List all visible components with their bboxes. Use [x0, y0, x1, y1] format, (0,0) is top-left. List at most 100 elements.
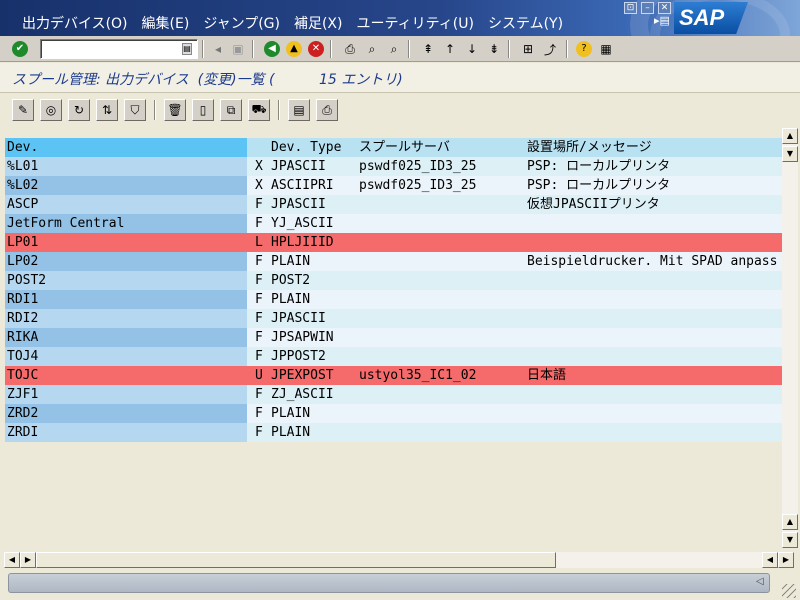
- column-header-access[interactable]: [255, 138, 269, 157]
- find-icon[interactable]: ⌕: [362, 39, 382, 59]
- table-row[interactable]: RIKA F JPSAPWIN: [5, 328, 782, 347]
- page-down-icon[interactable]: ▲: [782, 514, 798, 530]
- back-history-icon[interactable]: ◂: [208, 39, 228, 59]
- spool-request-icon[interactable]: ▤: [288, 99, 310, 121]
- horizontal-scroll-thumb[interactable]: [36, 552, 556, 568]
- copy-icon[interactable]: ⧉: [220, 99, 242, 121]
- status-expand-icon[interactable]: ◁: [756, 576, 764, 587]
- print-list-icon[interactable]: ⎙: [316, 99, 338, 121]
- cell-dev[interactable]: ZRDI: [7, 423, 247, 442]
- table-row[interactable]: TOJC U JPEXPOST ustyol35_IC1_02 日本語: [5, 366, 782, 385]
- table-row[interactable]: %L01 X JPASCII pswdf025_ID3_25 PSP: ローカルプリンタ: [5, 157, 782, 176]
- previous-page-icon[interactable]: ↑: [440, 39, 460, 59]
- scroll-left-icon[interactable]: ◀: [4, 552, 20, 568]
- page-right-icon[interactable]: ▶: [20, 552, 36, 568]
- next-page-icon[interactable]: ↓: [462, 39, 482, 59]
- last-page-icon[interactable]: ⇟: [484, 39, 504, 59]
- cell-dev[interactable]: POST2: [7, 271, 247, 290]
- cancel-icon[interactable]: ✕: [306, 39, 326, 59]
- enter-icon[interactable]: ✔: [10, 39, 30, 59]
- horizontal-scrollbar[interactable]: [36, 552, 762, 568]
- cell-access: F: [255, 197, 263, 212]
- cell-dev[interactable]: RDI2: [7, 309, 247, 328]
- scroll-up-icon[interactable]: ▲: [782, 128, 798, 144]
- cell-dev[interactable]: %L02: [7, 176, 247, 195]
- table-row[interactable]: ZRDI F PLAIN: [5, 423, 782, 442]
- table-row[interactable]: JetForm Central F YJ_ASCII: [5, 214, 782, 233]
- page-up-icon[interactable]: ▼: [782, 146, 798, 162]
- menu-edit[interactable]: 編集(E): [142, 13, 190, 33]
- table-row[interactable]: RDI1 F PLAIN: [5, 290, 782, 309]
- cell-dev[interactable]: TOJC: [7, 366, 247, 385]
- table-row[interactable]: ZRD2 F PLAIN: [5, 404, 782, 423]
- page-left-icon[interactable]: ◀: [762, 552, 778, 568]
- resize-grip[interactable]: [782, 584, 796, 598]
- table-row[interactable]: POST2 F POST2: [5, 271, 782, 290]
- exit-icon[interactable]: ▲: [284, 39, 304, 59]
- table-row[interactable]: TOJ4 F JPPOST2: [5, 347, 782, 366]
- cell-dev[interactable]: RDI1: [7, 290, 247, 309]
- cell-dev[interactable]: TOJ4: [7, 347, 247, 366]
- cell-dev[interactable]: JetForm Central: [7, 214, 247, 233]
- cell-server: [359, 195, 525, 214]
- menu-utilities[interactable]: ユーティリティ(U): [356, 13, 474, 33]
- filter-icon[interactable]: ⛉: [124, 99, 146, 121]
- table-row[interactable]: RDI2 F JPASCII: [5, 309, 782, 328]
- transport-icon[interactable]: ⛟: [248, 99, 270, 121]
- column-header-server[interactable]: スプールサーバ: [359, 138, 525, 157]
- command-field[interactable]: [40, 39, 198, 59]
- menu-overflow-icon[interactable]: ▸▤: [654, 14, 670, 27]
- sort-icon[interactable]: ⇅: [96, 99, 118, 121]
- display-change-icon[interactable]: ✎: [12, 99, 34, 121]
- cell-server: [359, 271, 525, 290]
- cell-dev[interactable]: RIKA: [7, 328, 247, 347]
- cell-dev[interactable]: LP02: [7, 252, 247, 271]
- scroll-down-icon[interactable]: ▼: [782, 532, 798, 548]
- help-icon[interactable]: ?: [574, 39, 594, 59]
- cell-type: ASCIIPRI: [271, 178, 334, 193]
- scroll-right-icon[interactable]: ▶: [778, 552, 794, 568]
- cell-dev[interactable]: LP01: [7, 233, 247, 252]
- table-row[interactable]: ZJF1 F ZJ_ASCII: [5, 385, 782, 404]
- cell-access: F: [255, 216, 263, 231]
- cell-location: PSP: ローカルプリンタ: [527, 178, 671, 193]
- column-header-type[interactable]: Dev. Type: [271, 138, 357, 157]
- menu-goto[interactable]: ジャンプ(G): [203, 13, 280, 33]
- table-row[interactable]: LP02 F PLAIN Beispieldrucker. Mit SPAD anpa…: [5, 252, 782, 271]
- find-next-icon[interactable]: ⌕: [384, 39, 404, 59]
- cell-server: pswdf025_ID3_25: [359, 159, 477, 174]
- refresh-icon[interactable]: ↻: [68, 99, 90, 121]
- vertical-scrollbar[interactable]: ▲ ▼ ▲ ▼: [782, 128, 798, 548]
- toolbar-separator: [154, 100, 156, 120]
- cell-type: YJ_ASCII: [271, 216, 334, 231]
- back-icon[interactable]: ◀: [262, 39, 282, 59]
- create-icon[interactable]: ▯: [192, 99, 214, 121]
- table-row[interactable]: LP01 L HPLJIIID: [5, 233, 782, 252]
- cell-dev[interactable]: ZRD2: [7, 404, 247, 423]
- menu-output-device[interactable]: 出力デバイス(O): [22, 13, 128, 33]
- minimize-icon[interactable]: –: [641, 2, 654, 14]
- cell-dev[interactable]: %L01: [7, 157, 247, 176]
- shortcut-icon[interactable]: ⤴: [540, 39, 560, 59]
- new-session-icon[interactable]: ⊞: [518, 39, 538, 59]
- cell-dev[interactable]: ASCP: [7, 195, 247, 214]
- table-row[interactable]: ASCP F JPASCII 仮想JPASCIIプリンタ: [5, 195, 782, 214]
- cell-dev[interactable]: ZJF1: [7, 385, 247, 404]
- menu-extras[interactable]: 補足(X): [294, 13, 343, 33]
- cell-access: F: [255, 254, 263, 269]
- first-page-icon[interactable]: ⇞: [418, 39, 438, 59]
- column-header-location[interactable]: 設置場所/メッセージ: [527, 138, 782, 157]
- table-row[interactable]: %L02 X ASCIIPRI pswdf025_ID3_25 PSP: ローカルプリン…: [5, 176, 782, 195]
- close-window-icon[interactable]: ✕: [658, 2, 671, 14]
- save-icon[interactable]: ▣: [228, 39, 248, 59]
- restore-icon[interactable]: ⊡: [624, 2, 637, 14]
- menu-system[interactable]: システム(Y): [488, 13, 563, 33]
- print-icon[interactable]: ⎙: [340, 39, 360, 59]
- system-toolbar: ✔ ▤ ◂ ▣ ◀ ▲ ✕ ⎙ ⌕ ⌕ ⇞ ↑ ↓ ⇟ ⊞ ⤴ ? ▦: [0, 36, 800, 62]
- column-header-dev[interactable]: Dev.: [7, 138, 247, 157]
- detail-icon[interactable]: ◎: [40, 99, 62, 121]
- layout-menu-icon[interactable]: ▦: [596, 39, 616, 59]
- cell-type: POST2: [271, 273, 311, 288]
- command-history-dropdown-icon[interactable]: ▤: [182, 43, 192, 55]
- delete-icon[interactable]: 🗑: [164, 99, 186, 121]
